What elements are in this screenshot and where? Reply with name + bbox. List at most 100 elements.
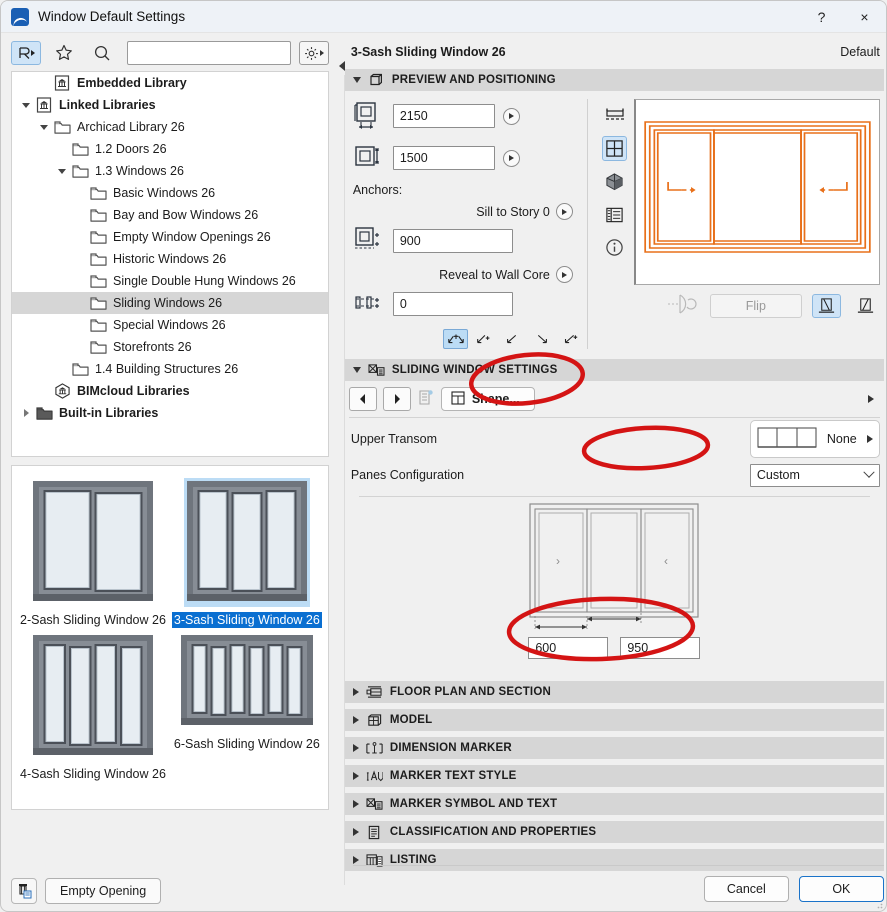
gear-icon[interactable] [298, 41, 329, 65]
height-popup-icon[interactable] [502, 149, 520, 167]
anchor-corner-3[interactable] [529, 329, 555, 349]
tree-twisty-icon[interactable] [36, 124, 52, 130]
tree-item[interactable]: Special Windows 26 [12, 314, 328, 336]
marker-symbol-icon [366, 796, 383, 812]
thumbnail-item[interactable]: 4-Sash Sliding Window 26 [18, 632, 168, 782]
tree-item[interactable]: BIMcloud Libraries [12, 380, 328, 402]
chair-object-icon[interactable] [11, 41, 41, 65]
settings-header: 3-Sash Sliding Window 26 Default [345, 33, 884, 63]
anchor-center[interactable] [442, 329, 469, 349]
tree-item[interactable]: Bay and Bow Windows 26 [12, 204, 328, 226]
arrow-left-icon[interactable] [348, 387, 377, 411]
tree-item[interactable]: 1.3 Windows 26 [12, 160, 328, 182]
tree-item[interactable]: Built-in Libraries [12, 402, 328, 424]
reveal-popup-icon[interactable] [555, 266, 573, 283]
search-input[interactable] [127, 41, 291, 65]
reveal-anchor-icon [351, 287, 385, 321]
elevation-view-icon[interactable] [602, 136, 628, 161]
help-button[interactable]: ? [800, 1, 843, 33]
tree-item[interactable]: Sliding Windows 26 [12, 292, 328, 314]
section-view-icon[interactable] [602, 103, 627, 128]
star-icon[interactable] [49, 41, 79, 65]
width-popup-icon[interactable] [502, 107, 520, 125]
info-view-icon[interactable] [602, 235, 627, 260]
anchor-corner-2[interactable] [500, 329, 526, 349]
tree-twisty-icon[interactable] [18, 102, 34, 108]
close-icon[interactable]: × [843, 1, 886, 33]
search-icon[interactable] [87, 41, 117, 65]
tree-item[interactable]: Historic Windows 26 [12, 248, 328, 270]
thumbnail-image[interactable] [30, 478, 156, 607]
library-tree[interactable]: Embedded Library Linked Libraries Archic… [11, 71, 329, 457]
anchor-corner-4[interactable] [557, 329, 583, 349]
transom-popup-icon[interactable] [866, 435, 873, 443]
upper-transom-control[interactable]: None [749, 420, 880, 458]
empty-opening-button[interactable]: Empty Opening [45, 878, 162, 904]
thumbnail-item[interactable]: 2-Sash Sliding Window 26 [18, 478, 168, 628]
object-settings-icon[interactable] [11, 878, 37, 904]
cancel-button[interactable]: Cancel [703, 876, 789, 902]
tree-item[interactable]: Empty Window Openings 26 [12, 226, 328, 248]
pane-dimension-input-1[interactable]: 600 [528, 637, 609, 659]
shape-row-expand-icon[interactable] [867, 395, 874, 403]
tree-item[interactable]: Single Double Hung Windows 26 [12, 270, 328, 292]
height-input[interactable]: 1500 [392, 146, 495, 170]
thumbnail-browser[interactable]: 2-Sash Sliding Window 26 3-Sash Sliding … [11, 465, 329, 810]
resize-grip[interactable] [873, 899, 883, 909]
tree-item[interactable]: Archicad Library 26 [12, 116, 328, 138]
section-header-dimension-marker[interactable]: DIMENSION MARKER [344, 737, 884, 759]
tree-item-label: BIMcloud Libraries [77, 384, 190, 398]
tree-item[interactable]: Basic Windows 26 [12, 182, 328, 204]
upper-transom-label: Upper Transom [350, 432, 437, 446]
panes-diagram[interactable]: › ‹ [529, 503, 699, 631]
section-header-preview-positioning[interactable]: PREVIEW AND POSITIONING [344, 69, 884, 91]
mirror-right-icon[interactable] [851, 294, 880, 318]
panel-divider [586, 99, 588, 349]
reveal-label: Reveal to Wall Core [439, 267, 550, 282]
flip-button[interactable]: Flip [709, 293, 802, 318]
page-list-icon[interactable] [417, 389, 435, 410]
thumbnail-image[interactable] [183, 478, 310, 607]
section-header-floor-plan-and-section[interactable]: FLOOR PLAN AND SECTION [344, 681, 884, 703]
ok-button[interactable]: OK [798, 876, 884, 902]
tree-twisty-icon[interactable] [54, 168, 70, 174]
pane-dimension-inputs: 600 950 [528, 637, 701, 659]
section-header-sliding-window-settings[interactable]: SLIDING WINDOW SETTINGS [344, 359, 884, 381]
thumbnail-image[interactable] [30, 632, 156, 761]
tree-item-label: Bay and Bow Windows 26 [113, 208, 259, 222]
tree-item[interactable]: Embedded Library [12, 72, 328, 94]
tree-item[interactable]: 1.4 Building Structures 26 [12, 358, 328, 380]
anchor-corner-1[interactable] [471, 329, 497, 349]
anchor-toggle-group[interactable] [442, 329, 583, 349]
folder-filled-icon [34, 406, 54, 420]
library-browser-pane: Embedded Library Linked Libraries Archic… [1, 33, 339, 911]
sill-popup-icon[interactable] [555, 203, 573, 220]
tree-twisty-icon[interactable] [18, 409, 34, 417]
section-header-model[interactable]: MODEL [344, 709, 884, 731]
section-header-listing[interactable]: LISTING [344, 849, 884, 871]
3d-view-icon[interactable] [602, 169, 627, 194]
sill-input[interactable]: 900 [392, 229, 513, 253]
list-view-icon[interactable] [602, 202, 627, 227]
preview-mode-rail[interactable] [600, 99, 630, 349]
thumbnail-item[interactable]: 6-Sash Sliding Window 26 [172, 632, 322, 782]
thumbnail-image[interactable] [178, 632, 316, 731]
folder-icon [88, 208, 108, 222]
window-preview[interactable] [633, 99, 880, 285]
width-input[interactable]: 2150 [392, 104, 495, 128]
tree-item[interactable]: Linked Libraries [12, 94, 328, 116]
thumbnail-item[interactable]: 3-Sash Sliding Window 26 [171, 478, 322, 628]
tree-item[interactable]: Storefronts 26 [12, 336, 328, 358]
mirror-left-icon[interactable] [811, 293, 841, 318]
section-header-classification-and-properties[interactable]: CLASSIFICATION AND PROPERTIES [344, 821, 884, 843]
arrow-right-icon[interactable] [382, 387, 411, 411]
tree-item[interactable]: 1.2 Doors 26 [12, 138, 328, 160]
section-header-marker-symbol-and-text[interactable]: MARKER SYMBOL AND TEXT [344, 793, 884, 815]
reveal-input[interactable]: 0 [392, 292, 513, 316]
pane-dimension-input-2[interactable]: 950 [620, 637, 701, 659]
section-header-marker-text-style[interactable]: MARKER TEXT STYLE [344, 765, 884, 787]
panes-config-select[interactable]: Custom [749, 463, 880, 487]
chevron-right-icon [352, 828, 359, 836]
shape-button[interactable]: Shape... [440, 387, 535, 411]
sill-anchor-icon [351, 224, 385, 258]
